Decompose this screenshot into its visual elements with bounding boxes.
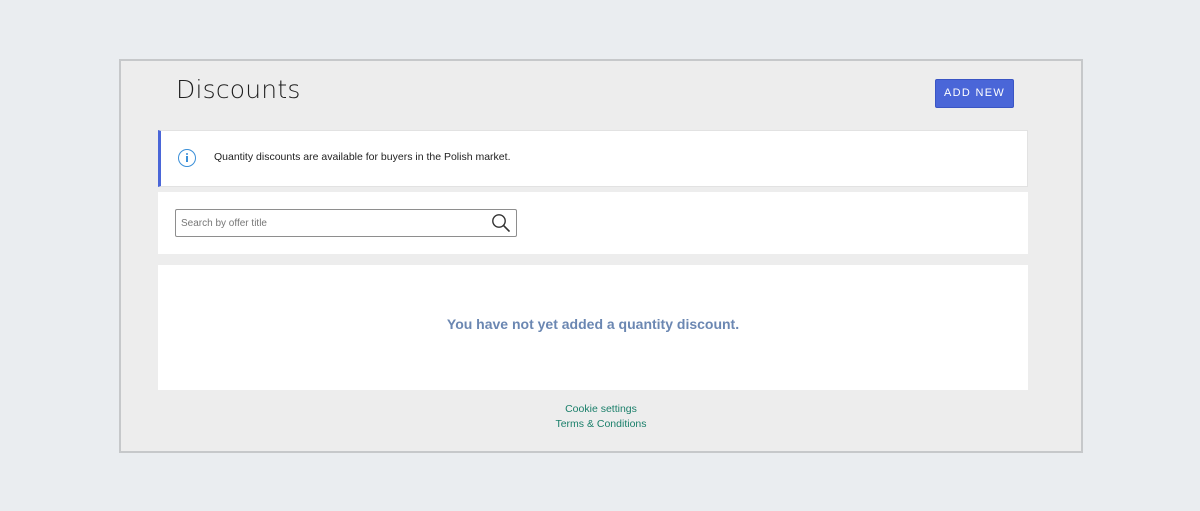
terms-conditions-link[interactable]: Terms & Conditions [121, 417, 1081, 432]
search-icon[interactable] [491, 213, 511, 233]
discounts-list: You have not yet added a quantity discou… [158, 265, 1028, 390]
search-box [175, 209, 517, 237]
search-panel [158, 192, 1028, 254]
page-title: Discounts [176, 75, 301, 104]
footer: Cookie settings Terms & Conditions [121, 402, 1081, 432]
search-input[interactable] [176, 210, 481, 236]
discounts-frame: Discounts ADD NEW Quantity discounts are… [119, 59, 1083, 453]
add-new-button[interactable]: ADD NEW [935, 79, 1014, 108]
info-message: Quantity discounts are available for buy… [214, 151, 511, 163]
info-icon [178, 149, 196, 167]
info-banner: Quantity discounts are available for buy… [158, 130, 1028, 187]
empty-state-message: You have not yet added a quantity discou… [446, 316, 740, 332]
cookie-settings-link[interactable]: Cookie settings [121, 402, 1081, 417]
